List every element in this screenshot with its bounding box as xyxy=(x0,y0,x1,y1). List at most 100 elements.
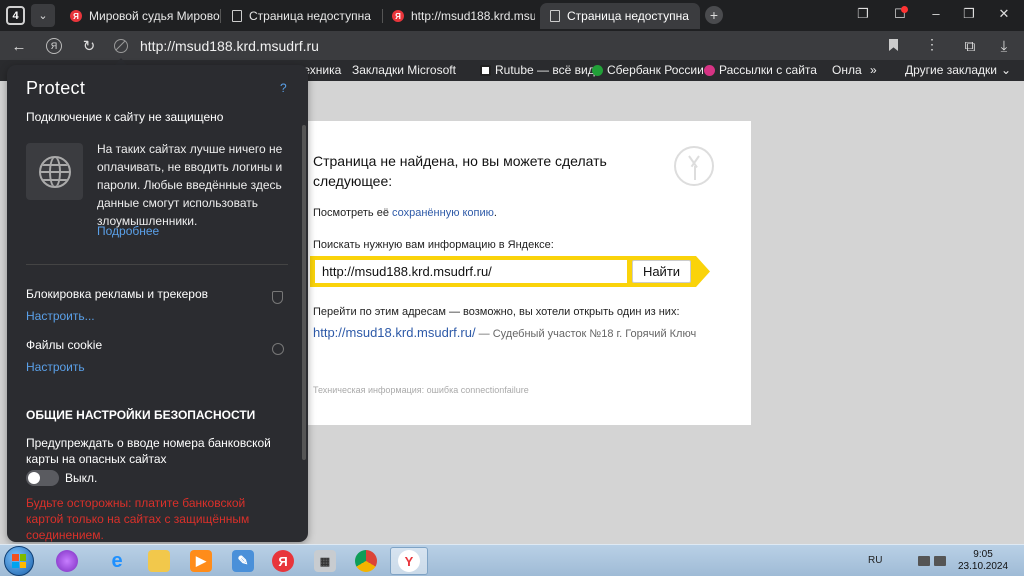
search-form: Найти xyxy=(310,256,696,287)
bookmark-label: Рассылки с сайта xyxy=(719,63,817,77)
clock-date: 23.10.2024 xyxy=(958,561,1009,572)
back-button[interactable]: ← xyxy=(9,36,29,56)
taskbar-alice[interactable] xyxy=(48,547,86,575)
taskbar-explorer[interactable] xyxy=(140,547,178,575)
tab-label: Мировой судья Мировой xyxy=(89,9,220,23)
notification-dot xyxy=(901,6,908,13)
divider xyxy=(26,264,288,265)
taskbar-calculator[interactable]: ▦ xyxy=(306,547,344,575)
minimize-button[interactable]: – xyxy=(926,6,946,21)
extensions-icon[interactable]: ⧉ xyxy=(960,36,980,56)
tab-page-unavailable[interactable]: Страница недоступна xyxy=(222,3,382,29)
bookmarks-overflow-button[interactable]: » xyxy=(870,63,877,77)
windows-icon xyxy=(12,554,26,568)
yandex-home-button[interactable]: Я xyxy=(46,38,62,54)
rutube-icon xyxy=(480,64,491,76)
shield-icon xyxy=(272,291,283,304)
tray-flag-icon[interactable] xyxy=(918,556,930,566)
tab-count-button[interactable]: 4 xyxy=(6,6,25,25)
tab-label: http://msud188.krd.msudrf xyxy=(411,9,535,23)
internet-explorer-icon: e xyxy=(111,549,123,572)
card-warning-toggle[interactable] xyxy=(26,470,59,486)
yandex-icon: Я xyxy=(272,550,294,572)
bookmark-item[interactable]: Сбербанк России xyxy=(592,63,704,77)
tab-page-unavailable-active[interactable]: Страница недоступна ✕ xyxy=(540,3,700,29)
ad-blocking-label: Блокировка рекламы и трекеров xyxy=(26,287,209,301)
cached-copy-link[interactable]: сохранённую копию xyxy=(392,207,494,219)
insecure-connection-icon[interactable] xyxy=(114,38,128,53)
clock-time: 9:05 xyxy=(973,549,993,560)
url-text[interactable]: http://msud188.krd.msudrf.ru xyxy=(140,38,319,54)
taskbar-media[interactable]: ▶ xyxy=(182,547,220,575)
other-bookmarks-folder[interactable]: Другие закладки ⌄ xyxy=(905,63,1011,77)
technical-info: Техническая информация: ошибка connectio… xyxy=(313,385,529,395)
cookie-configure-link[interactable]: Настроить xyxy=(26,360,85,374)
address-bar[interactable]: http://msud188.krd.msudrf.ru xyxy=(108,34,918,57)
page-icon xyxy=(550,10,560,22)
yandex-icon: Я xyxy=(392,10,404,22)
more-menu-icon[interactable]: ⋮ xyxy=(925,36,939,53)
tab-separator xyxy=(220,9,221,23)
download-icon[interactable]: ⤓ xyxy=(994,36,1014,56)
error-title: Страница не найдена, но вы можете сделат… xyxy=(313,153,607,189)
globe-icon xyxy=(26,143,83,200)
reload-button[interactable]: ↻ xyxy=(79,36,99,56)
yandex-browser-icon: Y xyxy=(398,550,420,572)
toggle-state-label: Выкл. xyxy=(65,471,98,485)
paint-icon: ✎ xyxy=(232,550,254,572)
ad-blocking-configure-link[interactable]: Настроить... xyxy=(26,309,95,323)
navigation-bar: ← Я ↻ http://msud188.krd.msudrf.ru ⋮ ⧉ ⤓ xyxy=(0,31,1024,60)
bookmark-label: Другие закладки xyxy=(905,63,997,77)
search-button[interactable]: Найти xyxy=(632,260,691,283)
bookmark-item[interactable]: Закладки Microsoft xyxy=(352,63,456,77)
tab-msud188[interactable]: Я http://msud188.krd.msudrf xyxy=(382,3,535,29)
connection-status: Подключение к сайту не защищено xyxy=(26,110,224,124)
yandex-logo-icon xyxy=(674,146,714,186)
yandex-icon: Я xyxy=(70,10,82,22)
chrome-icon xyxy=(355,550,377,572)
taskbar-chrome[interactable] xyxy=(347,547,385,575)
taskbar-paint[interactable]: ✎ xyxy=(224,547,262,575)
taskbar-yandex-browser[interactable]: Y xyxy=(390,547,428,575)
alice-icon xyxy=(56,550,78,572)
taskbar: e ▶ ✎ Я ▦ Y RU 9:05 23.10.2024 xyxy=(0,544,1024,576)
search-label: Поискать нужную вам информацию в Яндексе… xyxy=(313,239,554,251)
alternative-link[interactable]: http://msud18.krd.msudrf.ru/ xyxy=(313,325,476,340)
bookmark-item[interactable]: Рассылки с сайта xyxy=(704,63,817,77)
bookmark-item[interactable]: Rutube — всё вид xyxy=(480,63,595,77)
newsletter-icon xyxy=(704,64,715,76)
start-button[interactable] xyxy=(4,546,34,576)
bookmark-label: » xyxy=(870,63,877,77)
bookmark-item[interactable]: Онла xyxy=(832,63,862,77)
chevron-down-icon: ⌄ xyxy=(1000,63,1012,77)
collections-icon[interactable]: ❐ xyxy=(853,6,873,22)
tab-label: Страница недоступна xyxy=(249,9,371,23)
restore-button[interactable]: ❐ xyxy=(959,6,979,22)
learn-more-link[interactable]: Подробнее xyxy=(97,224,159,238)
taskbar-ie[interactable]: e xyxy=(98,547,136,575)
alternative-description: — Судебный участок №18 г. Горячий Ключ xyxy=(475,328,697,340)
popup-scrollbar[interactable] xyxy=(302,125,306,460)
close-window-button[interactable]: ✕ xyxy=(994,6,1014,22)
taskbar-yandex[interactable]: Я xyxy=(264,547,302,575)
alternative-suggestion: http://msud18.krd.msudrf.ru/ — Судебный … xyxy=(313,323,713,344)
payment-danger-text: Будьте осторожны: платите банковской кар… xyxy=(26,496,250,542)
new-tab-button[interactable]: + xyxy=(705,6,723,24)
help-icon[interactable]: ? xyxy=(280,81,287,95)
bookmark-label: Rutube — всё вид xyxy=(495,63,595,77)
sberbank-icon xyxy=(592,64,603,76)
system-clock[interactable]: 9:05 23.10.2024 xyxy=(958,549,1008,573)
folder-icon xyxy=(148,550,170,572)
chevron-down-icon[interactable]: ⌄ xyxy=(31,4,55,27)
cached-suffix: . xyxy=(493,207,497,219)
search-input[interactable] xyxy=(315,260,627,283)
network-icon[interactable] xyxy=(934,556,946,566)
tab-label: Страница недоступна xyxy=(567,9,689,23)
cookie-label: Файлы cookie xyxy=(26,338,103,352)
language-indicator[interactable]: RU xyxy=(868,555,882,566)
tab-mirovoy-sudya[interactable]: Я Мировой судья Мировой xyxy=(60,3,220,29)
security-settings-heading: ОБЩИЕ НАСТРОЙКИ БЕЗОПАСНОСТИ xyxy=(26,408,256,422)
bookmark-icon[interactable] xyxy=(889,39,898,51)
toggle-knob xyxy=(28,472,40,484)
protect-title: Protect xyxy=(26,78,86,98)
